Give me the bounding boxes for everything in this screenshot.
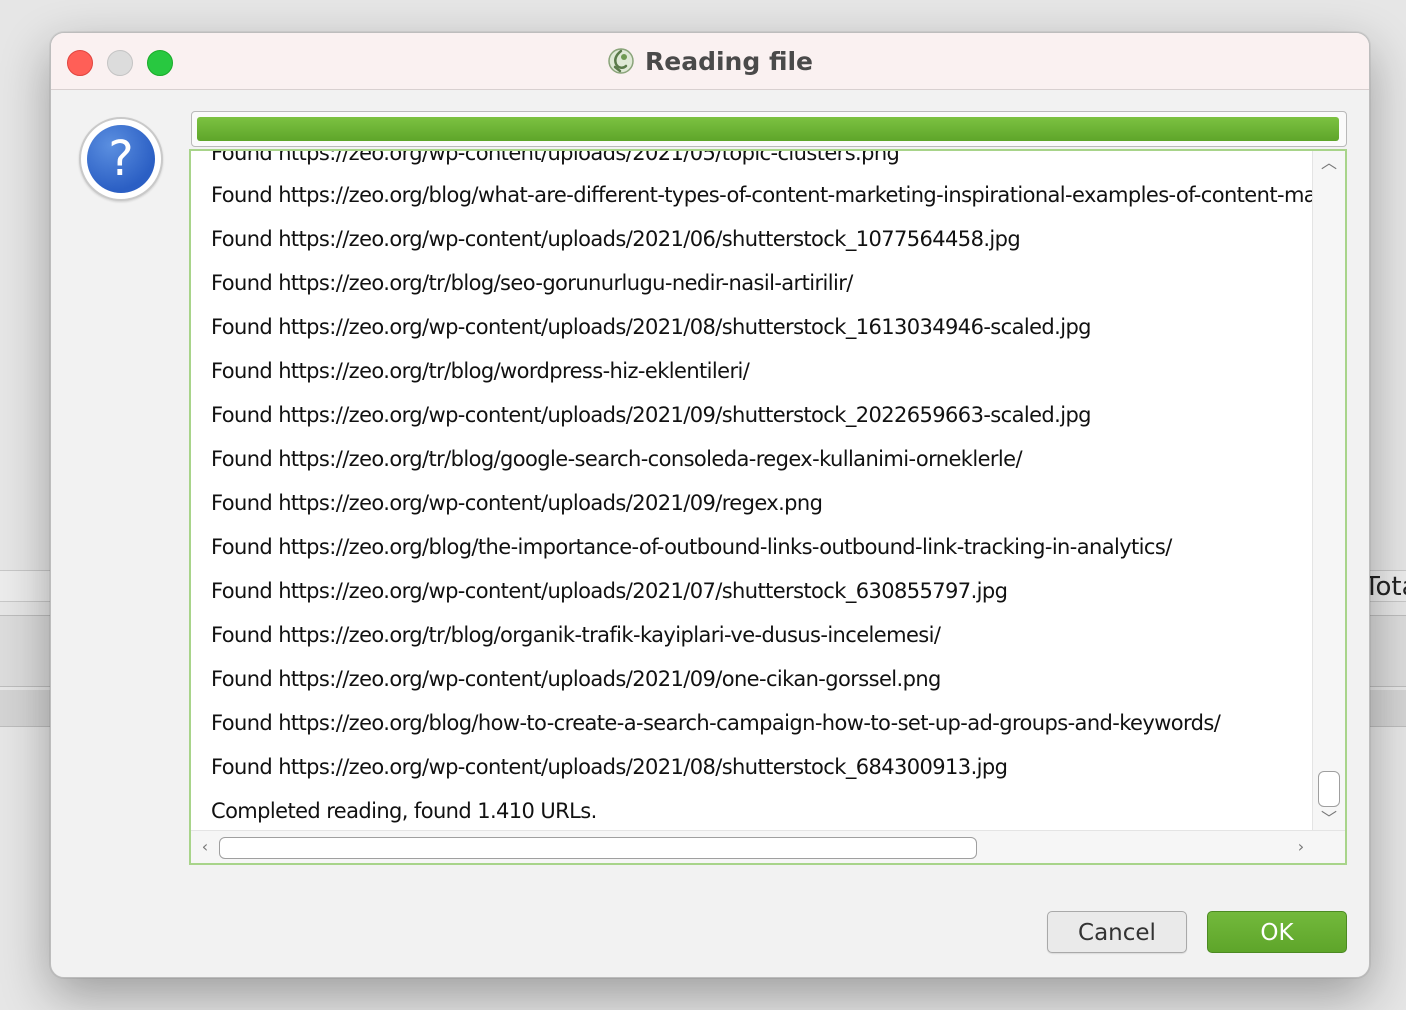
log-line: Completed reading, found 1.410 URLs. xyxy=(211,799,597,823)
progress-bar-fill xyxy=(197,117,1339,141)
log-line: Found https://zeo.org/blog/the-importanc… xyxy=(211,535,1172,559)
log-line: Found https://zeo.org/wp-content/uploads… xyxy=(211,227,1021,251)
vertical-scrollbar[interactable]: ︿ ﹀ xyxy=(1312,151,1345,831)
question-icon: ? xyxy=(79,117,163,201)
horizontal-scroll-thumb[interactable] xyxy=(219,837,977,859)
vertical-scroll-thumb[interactable] xyxy=(1318,771,1340,807)
log-line: Found https://zeo.org/wp-content/uploads… xyxy=(211,579,1008,603)
cancel-button[interactable]: Cancel xyxy=(1047,911,1187,953)
app-logo-icon xyxy=(608,48,634,74)
horizontal-scrollbar[interactable]: ‹ › xyxy=(191,830,1345,863)
title-container: Reading file xyxy=(51,33,1369,89)
reading-file-dialog: Reading file ? Found https://zeo.org/wp-… xyxy=(50,32,1370,978)
log-line: Found https://zeo.org/blog/what-are-diff… xyxy=(211,183,1313,207)
log-line: Found https://zeo.org/tr/blog/wordpress-… xyxy=(211,359,750,383)
scroll-down-icon[interactable]: ﹀ xyxy=(1319,809,1339,829)
log-line: Found https://zeo.org/wp-content/uploads… xyxy=(211,755,1008,779)
log-line: Found https://zeo.org/tr/blog/google-sea… xyxy=(211,447,1023,471)
log-line-partial: Found https://zeo.org/wp-content/uploads… xyxy=(211,151,900,165)
scroll-right-icon[interactable]: › xyxy=(1291,837,1311,857)
scroll-up-icon[interactable]: ︿ xyxy=(1319,153,1339,173)
title-bar[interactable]: Reading file xyxy=(51,33,1369,90)
log-line: Found https://zeo.org/wp-content/uploads… xyxy=(211,315,1092,339)
log-line: Found https://zeo.org/blog/how-to-create… xyxy=(211,711,1221,735)
dialog-title: Reading file xyxy=(645,46,813,76)
background-column-header: Tota xyxy=(1364,572,1406,602)
question-glyph: ? xyxy=(87,125,155,193)
log-line: Found https://zeo.org/tr/blog/organik-tr… xyxy=(211,623,941,647)
scroll-left-icon[interactable]: ‹ xyxy=(195,837,215,857)
log-line: Found https://zeo.org/wp-content/uploads… xyxy=(211,667,941,691)
log-line: Found https://zeo.org/tr/blog/seo-gorunu… xyxy=(211,271,853,295)
log-output[interactable]: Found https://zeo.org/wp-content/uploads… xyxy=(189,149,1347,865)
log-line: Found https://zeo.org/wp-content/uploads… xyxy=(211,403,1092,427)
log-line: Found https://zeo.org/wp-content/uploads… xyxy=(211,491,823,515)
progress-bar xyxy=(191,111,1347,147)
ok-button[interactable]: OK xyxy=(1207,911,1347,953)
log-lines: Found https://zeo.org/wp-content/uploads… xyxy=(191,151,1313,831)
